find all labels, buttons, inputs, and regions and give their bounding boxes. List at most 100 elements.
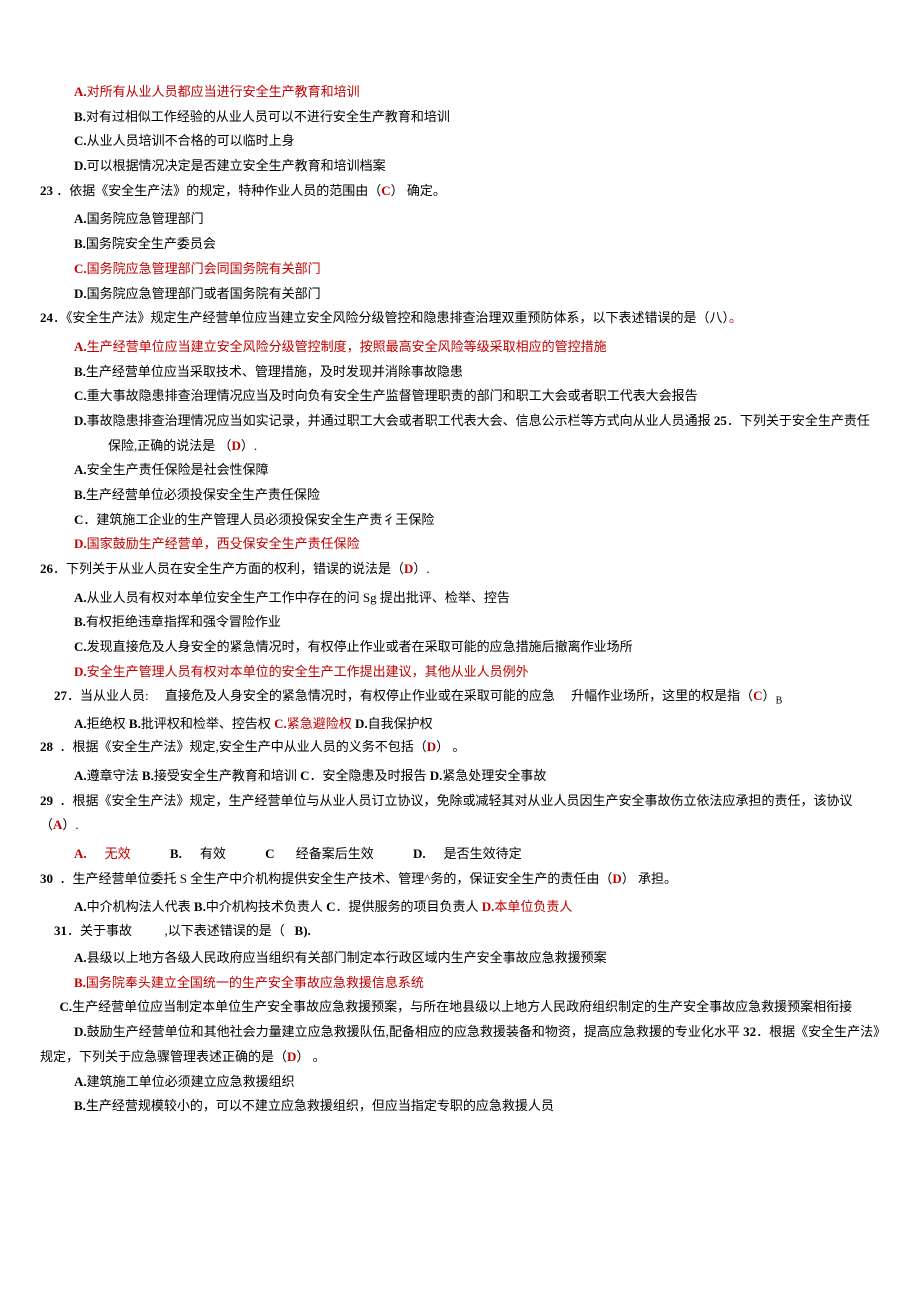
opt-text: 建筑施工单位必须建立应急救援组织 <box>87 1074 295 1089</box>
q30-stem1: ．生产经营单位委托 S 全生产中介机构提供安全生产技术、管理^务的，保证安全生产… <box>60 871 613 886</box>
opt-text: 生产经营单位应当制定本单位生产安全事故应急救援预案，与所在地县级以上地方人民政府… <box>72 999 852 1014</box>
opt-label: B. <box>170 846 182 861</box>
q27: 27．当从业人员: 直接危及人身安全的紧急情况时，有权停止作业或在采取可能的应急… <box>40 685 880 710</box>
q28-answer: D <box>427 739 436 754</box>
q25-opt-c: C．建筑施工企业的生产管理人员必须投保安全生产责彳王保险 <box>74 508 880 533</box>
q32-stem2: ） 。 <box>296 1049 325 1064</box>
q26-stem2: ）. <box>413 561 429 576</box>
q27-stem1: ．当从业人员: <box>67 688 149 703</box>
q32-opt-b: B.生产经营规模较小的，可以不建立应急救援组织，但应当指定专职的应急救援人员 <box>74 1094 880 1119</box>
q22-options: A.对所有从业人员都应当进行安全生产教育和培训 B.对有过相似工作经验的从业人员… <box>40 80 880 179</box>
opt-label: B. <box>129 716 141 731</box>
q23-opt-b: B.国务院安全生产委员会 <box>74 232 880 257</box>
q29: 29 ．根据《安全生产法》规定，生产经营单位与从业人员订立协议，免除或减轻其对从… <box>40 789 880 838</box>
q31-opt-b: B.国务院奉头建立全国统一的生产安全事故应急救援信息系统 <box>74 971 880 996</box>
q27-stem3: 升幅作业场所，这里的权是指（ <box>571 688 753 703</box>
q26-stem1: ．下列关于从业人员在安全生产方面的权利，错误的说法是（ <box>53 561 404 576</box>
q25-options: A.安全生产责任保险是社会性保障 B.生产经营单位必须投保安全生产责任保险 C．… <box>40 458 880 557</box>
opt-label: D. <box>74 286 87 301</box>
opt-label: D. <box>74 1024 87 1039</box>
q29-stem1: ．根据《安全生产法》规定，生产经营单位与从业人员订立协议，免除或减轻其对从业人员… <box>40 793 853 833</box>
opt-label: D. <box>74 413 87 428</box>
q31-num: 31 <box>54 923 67 938</box>
q26: 26．下列关于从业人员在安全生产方面的权利，错误的说法是（D）. <box>40 557 880 582</box>
q30-opt-a: 中介机构法人代表 <box>87 899 194 914</box>
opt-text: 生产经营规模较小的，可以不建立应急救援组织，但应当指定专职的应急救援人员 <box>86 1098 554 1113</box>
q28-opt-b: 接受安全生产教育和培训 <box>154 768 300 783</box>
q26-num: 26 <box>40 561 53 576</box>
opt-text: 安全生产责任保险是社会性保障 <box>87 462 269 477</box>
opt-text: 是否生效待定 <box>444 846 522 861</box>
q25-num: 25 <box>714 413 727 428</box>
opt-label: C. <box>74 388 87 403</box>
q26-options: A.从业人员有权对本单位安全生产工作中存在的问 Sg 提出批评、检举、控告 B.… <box>40 586 880 685</box>
q24-opt-c: C.重大事故隐患排查治理情况应当及时向负有安全生产监督管理职责的部门和职工大会或… <box>74 384 880 409</box>
q26-opt-c: C.发现直接危及人身安全的紧急情况时，有权停止作业或者在采取可能的应急措施后撤离… <box>74 635 880 660</box>
q24-num: 24 <box>40 310 53 325</box>
q22-opt-a: A.对所有从业人员都应当进行安全生产教育和培训 <box>74 80 880 105</box>
opt-label: C. <box>74 133 87 148</box>
q32-opt-a: A.建筑施工单位必须建立应急救援组织 <box>74 1070 880 1095</box>
q27-sub: B <box>776 695 783 706</box>
opt-label: A. <box>74 339 87 354</box>
opt-label: D. <box>74 536 87 551</box>
q29-opt-d: D.是否生效待定 <box>413 846 540 861</box>
opt-label: B. <box>142 768 154 783</box>
opt-text: 发现直接危及人身安全的紧急情况时，有权停止作业或者在采取可能的应急措施后撤离作业… <box>87 639 633 654</box>
opt-text: 生产经营单位必须投保安全生产责任保险 <box>86 487 320 502</box>
q30-opt-c: ．提供服务的项目负责人 <box>335 899 481 914</box>
q25-answer: D <box>232 438 241 453</box>
q30-opt-b: 中介机构技术负责人 <box>206 899 326 914</box>
q27-opt-a: 拒绝权 <box>87 716 129 731</box>
opt-text: 本单位负责人 <box>494 899 572 914</box>
q28-options: A.遵章守法 B.接受安全生产教育和培训 C．安全隐患及时报告 D.紧急处理安全… <box>40 764 880 789</box>
opt-text: 生产经营单位应当建立安全风险分级管控制度，按照最高安全风险等级采取相应的管控措施 <box>87 339 607 354</box>
q28-opt-a: 遵章守法 <box>87 768 142 783</box>
q25-opt-b: B.生产经营单位必须投保安全生产责任保险 <box>74 483 880 508</box>
opt-label: C <box>74 512 83 527</box>
opt-label: D. <box>482 899 495 914</box>
q24-opt-b: B.生产经营单位应当采取技术、管理措施，及时发现并消除事故隐患 <box>74 360 880 385</box>
q29-opt-c: C 经备案后生效 <box>265 846 392 861</box>
q27-stem4: ） <box>763 688 776 703</box>
q24-options: A.生产经营单位应当建立安全风险分级管控制度，按照最高安全风险等级采取相应的管控… <box>40 335 880 409</box>
q29-opt-a: A.无效 <box>74 846 149 861</box>
opt-text: 对所有从业人员都应当进行安全生产教育和培训 <box>87 84 360 99</box>
opt-text: 可以根据情况决定是否建立安全生产教育和培训档案 <box>87 158 386 173</box>
opt-text: 国家鼓励生产经营单，西殳保安全生产责任保险 <box>87 536 360 551</box>
opt-label: A. <box>74 84 87 99</box>
q23-num: 23 <box>40 183 53 198</box>
q31-opt-d-text: 鼓励生产经营单位和其他社会力量建立应急救援队伍,配备相应的应急救援装备和物资，提… <box>87 1024 744 1039</box>
q29-stem2: ）. <box>62 817 78 832</box>
opt-text: 安全生产管理人员有权对本单位的安全生产工作提出建议，其他从业人员例外 <box>87 664 529 679</box>
opt-label: C <box>265 846 278 861</box>
q30-stem2: ） 承担。 <box>622 871 677 886</box>
opt-text: 从业人员培训不合格的可以临时上身 <box>87 133 295 148</box>
q26-opt-b: B.有权拒绝违章指挥和强令冒险作业 <box>74 610 880 635</box>
q27-stem2: 直接危及人身安全的紧急情况时，有权停止作业或在采取可能的应急 <box>165 688 555 703</box>
q31-stem1: ．关于事故 <box>67 923 132 938</box>
opt-text: 生产经营单位应当采取技术、管理措施，及时发现并消除事故隐患 <box>86 364 463 379</box>
q23: 23 ．依据《安全生产法》的规定，特种作业人员的范围由（C） 确定。 <box>40 179 880 204</box>
q24-stem: ．《安全生产法》规定生产经营单位应当建立安全风险分级管控和隐患排查治理双重预防体… <box>53 310 729 325</box>
q28-opt-d: 紧急处理安全事故 <box>442 768 546 783</box>
opt-label: B. <box>74 364 86 379</box>
opt-text: 无效 <box>105 846 131 861</box>
opt-label: A. <box>74 950 87 965</box>
opt-text: 国务院安全生产委员会 <box>86 236 216 251</box>
opt-label: B. <box>74 1098 86 1113</box>
q25-stem2: ）. <box>241 438 257 453</box>
q22-opt-c: C.从业人员培训不合格的可以临时上身 <box>74 129 880 154</box>
opt-label: A. <box>74 590 87 605</box>
q23-options: A.国务院应急管理部门 B.国务院安全生产委员会 C.国务院应急管理部门会同国务… <box>40 207 880 306</box>
q29-options: A.无效 B.有效 C 经备案后生效 D.是否生效待定 <box>40 842 880 867</box>
opt-text: 国务院奉头建立全国统一的生产安全事故应急救援信息系统 <box>86 975 424 990</box>
opt-text: 重大事故隐患排查治理情况应当及时向负有安全生产监督管理职责的部门和职工大会或者职… <box>87 388 698 403</box>
opt-text: 有权拒绝违章指挥和强令冒险作业 <box>86 614 281 629</box>
q31-options: A.县级以上地方各级人民政府应当组织有关部门制定本行政区域内生产安全事故应急救援… <box>40 946 880 995</box>
q30-options: A.中介机构法人代表 B.中介机构技术负责人 C．提供服务的项目负责人 D.本单… <box>40 895 880 920</box>
q24: 24．《安全生产法》规定生产经营单位应当建立安全风险分级管控和隐患排查治理双重预… <box>40 306 880 331</box>
q31-answer: B). <box>295 923 311 938</box>
opt-label: D. <box>74 158 87 173</box>
q27-opt-b: 批评权和检举、控告权 <box>141 716 274 731</box>
